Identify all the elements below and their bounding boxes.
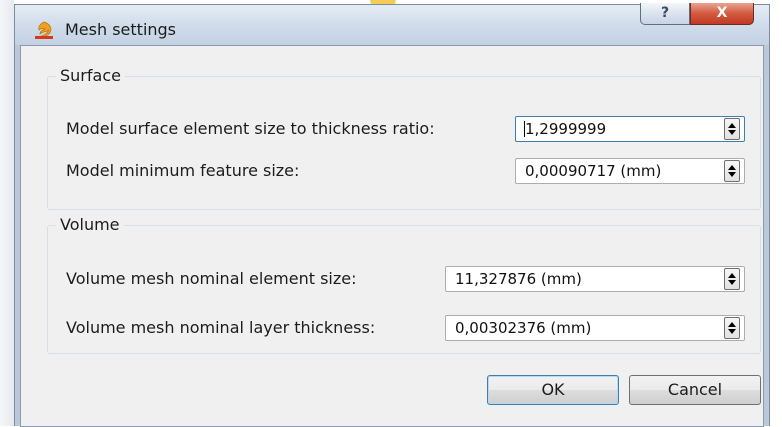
- dialog-title: Mesh settings: [65, 20, 177, 39]
- min-feature-spin-button[interactable]: [724, 160, 740, 182]
- spin-arrows-icon: [728, 165, 736, 177]
- dialog-body: Surface Model surface element size to th…: [20, 45, 764, 427]
- layer-thickness-spin-button[interactable]: [724, 317, 740, 339]
- element-size-spinbox: [445, 266, 745, 292]
- app-logo-icon: [34, 21, 54, 39]
- volume-group-label: Volume: [60, 215, 120, 234]
- close-button[interactable]: X: [690, 3, 754, 25]
- surface-ratio-input[interactable]: [516, 117, 708, 141]
- ok-button[interactable]: OK: [487, 375, 619, 405]
- element-size-label: Volume mesh nominal element size:: [66, 269, 357, 288]
- element-size-input[interactable]: [446, 267, 708, 291]
- spin-arrows-icon: [728, 123, 736, 135]
- min-feature-spinbox: [515, 158, 745, 184]
- surface-ratio-spinbox: [515, 116, 745, 142]
- cancel-button[interactable]: Cancel: [629, 375, 761, 405]
- surface-ratio-spin-button[interactable]: [724, 118, 740, 140]
- background-window-right: [770, 0, 782, 426]
- text-cursor: [524, 121, 525, 137]
- layer-thickness-spinbox: [445, 315, 745, 341]
- surface-ratio-label: Model surface element size to thickness …: [66, 119, 435, 138]
- layer-thickness-input[interactable]: [446, 316, 708, 340]
- spin-arrows-icon: [728, 322, 736, 334]
- element-size-spin-button[interactable]: [724, 268, 740, 290]
- min-feature-label: Model minimum feature size:: [66, 161, 300, 180]
- background-window-left: [0, 0, 14, 426]
- spin-arrows-icon: [728, 273, 736, 285]
- title-bar[interactable]: Mesh settings ? X: [15, 3, 769, 45]
- layer-thickness-label: Volume mesh nominal layer thickness:: [66, 318, 376, 337]
- min-feature-input[interactable]: [516, 159, 708, 183]
- help-button[interactable]: ?: [640, 3, 690, 25]
- mesh-settings-dialog: Mesh settings ? X Surface Model surface …: [14, 3, 770, 427]
- surface-group-label: Surface: [60, 66, 121, 85]
